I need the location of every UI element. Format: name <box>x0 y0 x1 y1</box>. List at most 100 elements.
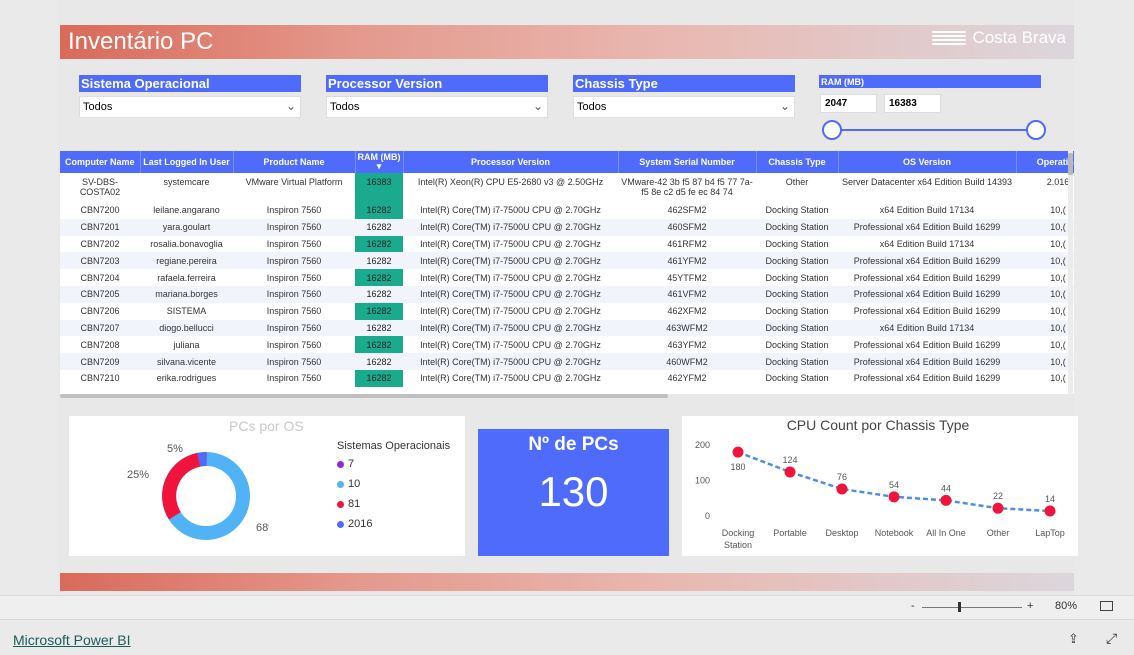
table-row[interactable]: CBN7203 regiane.pereira Inspiron 7560 16282… <box>60 252 1074 270</box>
slicer-dropdown[interactable]: Todos ⌄ <box>79 96 301 118</box>
fullscreen-icon[interactable]: ⤢ <box>1106 630 1117 647</box>
x-tick-label: Portable <box>773 528 807 538</box>
table-cell: Intel(R) Core(TM) i7-7500U CPU @ 2.70GHz <box>420 306 601 317</box>
x-tick-label: Notebook <box>875 528 914 538</box>
table-cell: 16282 <box>355 235 403 253</box>
table-cell: Professional x64 Edition Build 16299 <box>853 306 1001 317</box>
donut-slice-81[interactable] <box>162 452 201 520</box>
legend-item[interactable]: 10 <box>337 478 360 490</box>
donut-slice-2016[interactable] <box>197 452 207 467</box>
table-cell: 16282 <box>355 302 403 320</box>
data-point[interactable] <box>1044 505 1056 517</box>
fit-page-icon[interactable] <box>1100 601 1113 611</box>
slicer-dropdown[interactable]: Todos ⌄ <box>326 96 548 118</box>
table-row[interactable]: CBN7200 leilane.angarano Inspiron 7560 1628… <box>60 202 1074 219</box>
table-cell: Professional x64 Edition Build 16299 <box>853 272 1001 283</box>
table-row[interactable]: CBN7201 yara.goulart Inspiron 7560 16282 Int… <box>60 218 1074 236</box>
column-header[interactable]: Operating <box>1016 151 1074 173</box>
table-cell: Professional x64 Edition Build 16299 <box>838 218 1016 236</box>
data-point[interactable] <box>784 466 796 478</box>
table-cell: 16383 <box>355 173 403 202</box>
table-row[interactable]: CBN7205 mariana.borges Inspiron 7560 16282 I… <box>60 285 1074 303</box>
legend-item[interactable]: 81 <box>337 498 360 510</box>
ram-slider-max-handle[interactable] <box>1026 120 1046 140</box>
table-cell: 16282 <box>355 252 403 270</box>
table-cell: 10,( <box>1016 353 1074 370</box>
table-cell: Intel(R) Core(TM) i7-7500U CPU @ 2.70GHz <box>420 373 601 384</box>
legend-item[interactable]: 2016 <box>337 518 372 530</box>
column-header[interactable]: Product Name <box>233 151 356 173</box>
share-icon[interactable]: ⇪ <box>1068 631 1079 647</box>
x-tick-label: All In One <box>926 528 966 538</box>
column-header[interactable]: Last Logged In User <box>140 151 234 173</box>
table-cell: silvana.vicente <box>140 353 233 370</box>
donut-label-mid: 25% <box>127 469 149 481</box>
table-row[interactable]: CBN7207 diogo.bellucci Inspiron 7560 16282 I… <box>60 319 1074 337</box>
footer-banner <box>60 573 1074 591</box>
data-point[interactable] <box>836 483 848 495</box>
donut-card: PCs por OS 5% 25% 68% Sistemas Operacion… <box>69 416 465 556</box>
slicer-processor-version: Processor Version Todos ⌄ <box>326 75 548 118</box>
ram-min-input[interactable]: 2047 <box>820 94 877 113</box>
table-row[interactable]: CBN7206 SISTEMA Inspiron 7560 16282 Intel(R)… <box>60 302 1074 320</box>
column-header-sorted[interactable]: RAM (MB) ▾ <box>355 151 404 173</box>
data-point[interactable] <box>992 502 1004 514</box>
slicer-sistema-operacional: Sistema Operacional Todos ⌄ <box>79 75 301 118</box>
zoom-slider[interactable] <box>922 607 1022 608</box>
slicer-dropdown[interactable]: Todos ⌄ <box>573 96 795 118</box>
zoom-in-button[interactable]: + <box>1027 600 1033 612</box>
ram-slicer-title: RAM (MB) <box>819 75 1041 88</box>
column-header[interactable]: Chassis Type <box>756 151 839 173</box>
table-cell: Docking Station <box>765 339 829 350</box>
y-tick-label: 200 <box>695 440 710 450</box>
table-row[interactable]: CBN7202 rosalia.bonavoglia Inspiron 7560 16… <box>60 235 1074 253</box>
column-header[interactable]: OS Version <box>838 151 1017 173</box>
horizontal-scrollbar[interactable] <box>60 394 1074 398</box>
table-cell: x64 Edition Build 17134 <box>879 205 975 216</box>
powerbi-link[interactable]: Microsoft Power BI <box>13 632 130 648</box>
vertical-scrollbar[interactable] <box>1068 151 1073 394</box>
table-cell: systemcare <box>163 177 210 187</box>
ram-max-input[interactable]: 16383 <box>884 94 941 113</box>
table-row[interactable]: SV-DBS-COSTA02 systemcare VMware Virtual P… <box>60 173 1074 202</box>
table-cell: Intel(R) Core(TM) i7-7500U CPU @ 2.70GHz <box>403 285 618 303</box>
table-cell: 2.016 <box>1046 177 1070 187</box>
column-header[interactable]: System Serial Number <box>618 151 757 173</box>
table-row[interactable]: CBN7210 erika.rodrigues Inspiron 7560 16282… <box>60 369 1074 387</box>
data-point[interactable] <box>732 446 744 458</box>
data-label: 14 <box>1045 494 1055 504</box>
zoom-out-button[interactable]: - <box>911 600 915 612</box>
table-cell: diogo.bellucci <box>140 319 233 337</box>
data-point[interactable] <box>888 491 900 503</box>
table-row[interactable]: CBN7208 juliana Inspiron 7560 16282 Intel(R)… <box>60 336 1074 354</box>
table-cell: Docking Station <box>756 218 838 236</box>
table-cell: 16282 <box>355 353 403 370</box>
data-label: 22 <box>993 491 1003 501</box>
x-tick-label: Station <box>724 540 752 550</box>
table-cell: Docking Station <box>765 373 829 384</box>
ram-slider-min-handle[interactable] <box>822 120 842 140</box>
zoom-slider-handle[interactable] <box>958 602 961 612</box>
table-cell: 16282 <box>355 269 403 286</box>
table-row[interactable]: CBN7209 silvana.vicente Inspiron 7560 16282… <box>60 353 1074 370</box>
legend-label: 7 <box>348 458 355 470</box>
legend-dot <box>337 520 344 528</box>
column-header[interactable]: Processor Version <box>403 151 619 173</box>
column-header[interactable]: Computer Name <box>60 151 141 173</box>
table-cell: CBN7200 <box>80 205 120 216</box>
slicer-value: Todos <box>330 101 360 113</box>
table-cell: 461YFM2 <box>618 252 756 270</box>
table-row[interactable]: CBN7204 rafaela.ferreira Inspiron 7560 1628… <box>60 269 1074 286</box>
table-cell: Intel(R) Core(TM) i7-7500U CPU @ 2.70GHz <box>403 353 618 370</box>
status-bar: - + 80% <box>0 595 1134 619</box>
scrollbar-thumb[interactable] <box>1068 153 1073 175</box>
kpi-title: Nº de PCs <box>528 434 619 455</box>
scrollbar-thumb[interactable] <box>60 394 668 398</box>
table-cell: 10,( <box>1050 339 1066 350</box>
table-cell: Inspiron 7560 <box>233 353 355 370</box>
data-point[interactable] <box>940 494 952 506</box>
legend-dot <box>337 460 344 468</box>
table-cell: Other <box>785 177 809 187</box>
slicer-value: Todos <box>83 101 113 113</box>
legend-item[interactable]: 7 <box>337 458 354 470</box>
